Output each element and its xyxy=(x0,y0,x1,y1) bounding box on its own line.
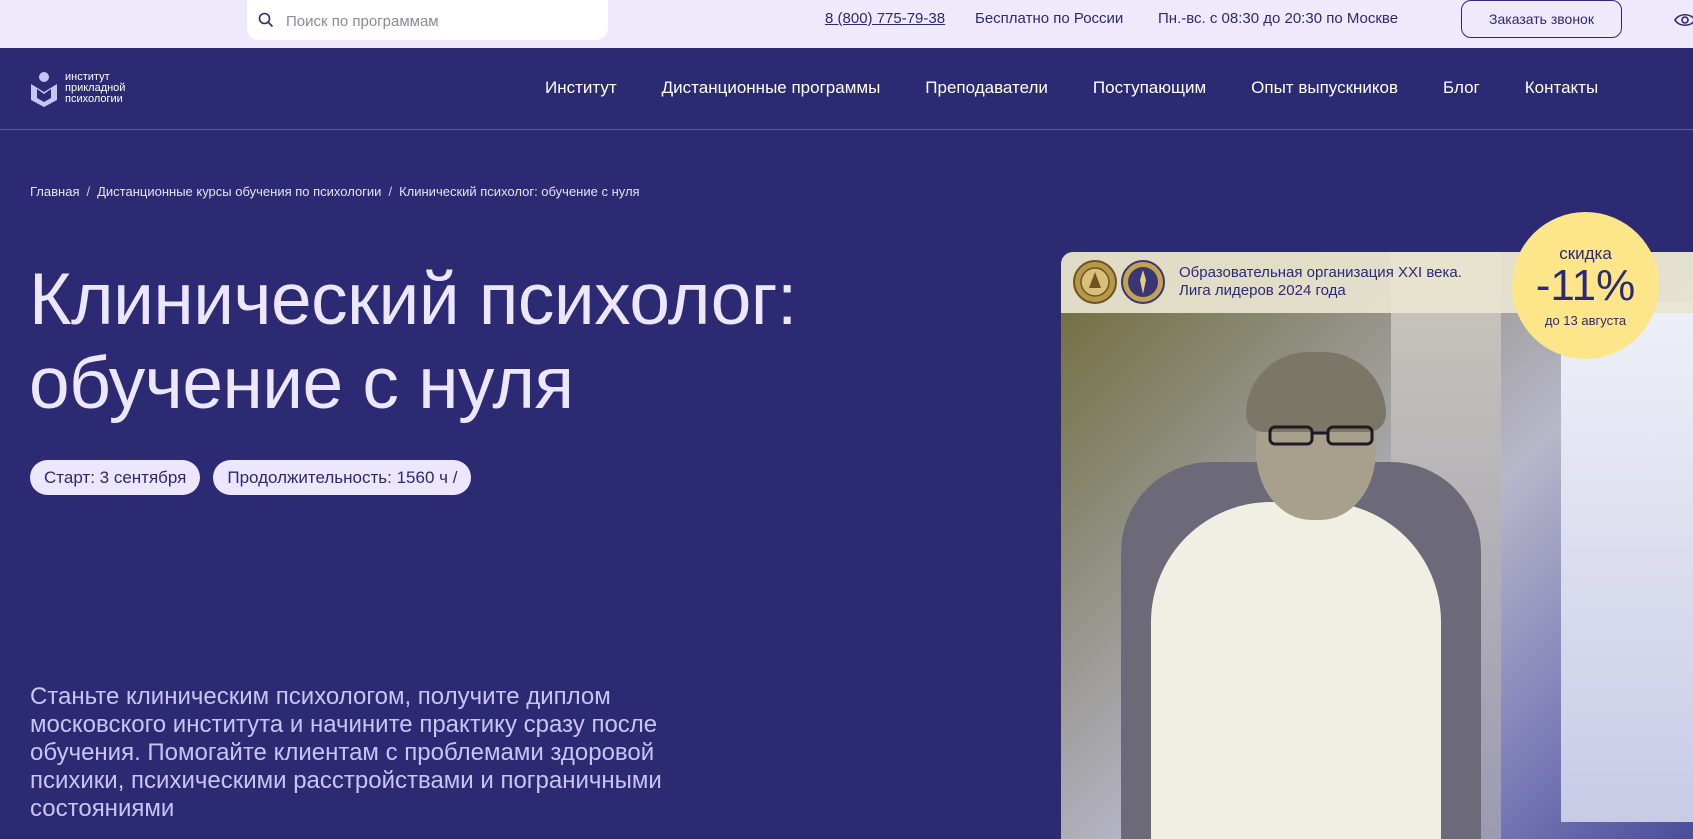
start-date-chip: Старт: 3 сентября xyxy=(30,460,201,495)
photo-person-hair xyxy=(1246,352,1386,432)
free-call-text: Бесплатно по России xyxy=(975,10,1124,27)
nav-item-graduates[interactable]: Опыт выпускников xyxy=(1251,78,1398,98)
nav-item-teachers[interactable]: Преподаватели xyxy=(925,78,1048,98)
search-box[interactable] xyxy=(247,0,608,40)
logo-icon[interactable] xyxy=(29,71,59,107)
photo-person-body xyxy=(1151,502,1441,839)
breadcrumb-current: Клинический психолог: обучение с нуля xyxy=(399,184,640,199)
main-navigation: институт прикладной психологии Институт … xyxy=(0,48,1693,130)
logo-text[interactable]: институт прикладной психологии xyxy=(65,72,155,105)
search-icon xyxy=(258,12,274,28)
top-bar: 8 (800) 775-79-38 Бесплатно по России Пн… xyxy=(0,0,1693,48)
duration-chip: Продолжительность: 1560 ч / xyxy=(213,460,472,495)
phone-link[interactable]: 8 (800) 775-79-38 xyxy=(825,10,945,27)
logo-line: психологии xyxy=(65,93,123,105)
nav-item-applicants[interactable]: Поступающим xyxy=(1093,78,1206,98)
nav-item-blog[interactable]: Блог xyxy=(1443,78,1480,98)
breadcrumb-distance-courses[interactable]: Дистанционные курсы обучения по психолог… xyxy=(97,184,381,199)
breadcrumb-separator: / xyxy=(86,184,91,199)
course-info-chips: Старт: 3 сентября Продолжительность: 156… xyxy=(30,460,472,495)
page-title: Клинический психолог: обучение с нуля xyxy=(29,259,797,424)
breadcrumb-separator: / xyxy=(388,184,393,199)
discount-value: -11% xyxy=(1535,261,1636,310)
discount-deadline: до 13 августа xyxy=(1544,313,1627,328)
photo-glasses xyxy=(1268,425,1374,446)
award-medal-icon xyxy=(1121,260,1165,304)
search-input[interactable] xyxy=(284,8,588,34)
nav-item-institute[interactable]: Институт xyxy=(545,78,617,98)
course-description: Станьте клиническим психологом, получите… xyxy=(30,683,662,822)
award-seal-icon xyxy=(1073,260,1117,304)
accessibility-eye-icon[interactable] xyxy=(1674,12,1693,28)
award-line: Лига лидеров 2024 года xyxy=(1179,282,1346,299)
breadcrumb-home[interactable]: Главная xyxy=(30,184,79,199)
nav-menu: Институт Дистанционные программы Препода… xyxy=(545,78,1643,98)
award-text: Образовательная организация XXI века. Ли… xyxy=(1179,264,1462,300)
discount-badge: скидка -11% до 13 августа xyxy=(1512,212,1659,359)
photo-background-window xyxy=(1561,302,1693,822)
award-line: Образовательная организация XXI века. xyxy=(1179,264,1462,281)
callback-button[interactable]: Заказать звонок xyxy=(1461,0,1622,38)
nav-item-distance-programs[interactable]: Дистанционные программы xyxy=(662,78,881,98)
working-hours-text: Пн.-вс. с 08:30 до 20:30 по Москве xyxy=(1158,10,1399,27)
nav-item-contacts[interactable]: Контакты xyxy=(1525,78,1598,98)
breadcrumb: Главная / Дистанционные курсы обучения п… xyxy=(30,184,640,199)
